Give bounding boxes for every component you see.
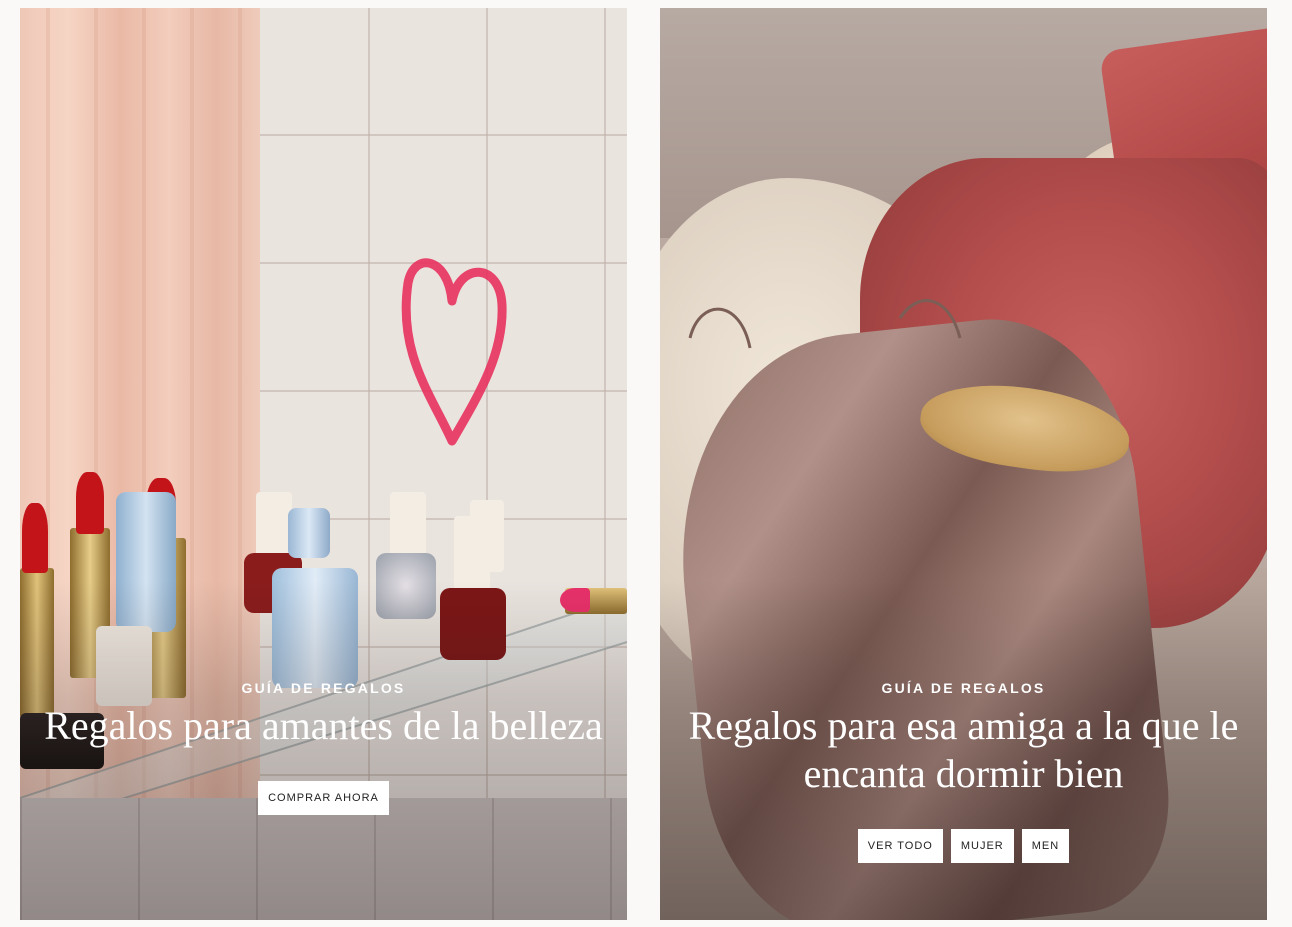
card-eyebrow: GUÍA DE REGALOS <box>241 680 406 696</box>
gift-card-beauty[interactable]: GUÍA DE REGALOS Regalos para amantes de … <box>20 8 627 920</box>
cta-row: COMPRAR AHORA <box>20 781 627 815</box>
card-headline[interactable]: Regalos para amantes de la belleza <box>44 702 604 750</box>
gift-card-sleep[interactable]: GUÍA DE REGALOS Regalos para esa amiga a… <box>660 8 1267 920</box>
perfume-cap <box>288 508 330 558</box>
gift-guide-page: GUÍA DE REGALOS Regalos para amantes de … <box>0 0 1292 927</box>
dress-straps-icon <box>688 299 962 349</box>
mujer-button[interactable]: MUJER <box>950 829 1014 863</box>
comprar-ahora-button[interactable]: COMPRAR AHORA <box>258 781 389 815</box>
lipstick-heart-icon <box>401 258 507 446</box>
card-eyebrow: GUÍA DE REGALOS <box>881 680 1046 696</box>
card-headline[interactable]: Regalos para esa amiga a la que le encan… <box>684 702 1244 798</box>
polish-cap <box>390 492 426 558</box>
cta-row: VER TODO MUJER MEN <box>660 829 1267 863</box>
ver-todo-button[interactable]: VER TODO <box>857 829 943 863</box>
card-content: GUÍA DE REGALOS Regalos para amantes de … <box>20 680 627 815</box>
lipstick-tip <box>76 472 104 534</box>
card-content: GUÍA DE REGALOS Regalos para esa amiga a… <box>660 680 1267 863</box>
lipstick-tip <box>22 503 48 573</box>
polish-cap <box>256 492 292 558</box>
men-button[interactable]: MEN <box>1021 829 1070 863</box>
